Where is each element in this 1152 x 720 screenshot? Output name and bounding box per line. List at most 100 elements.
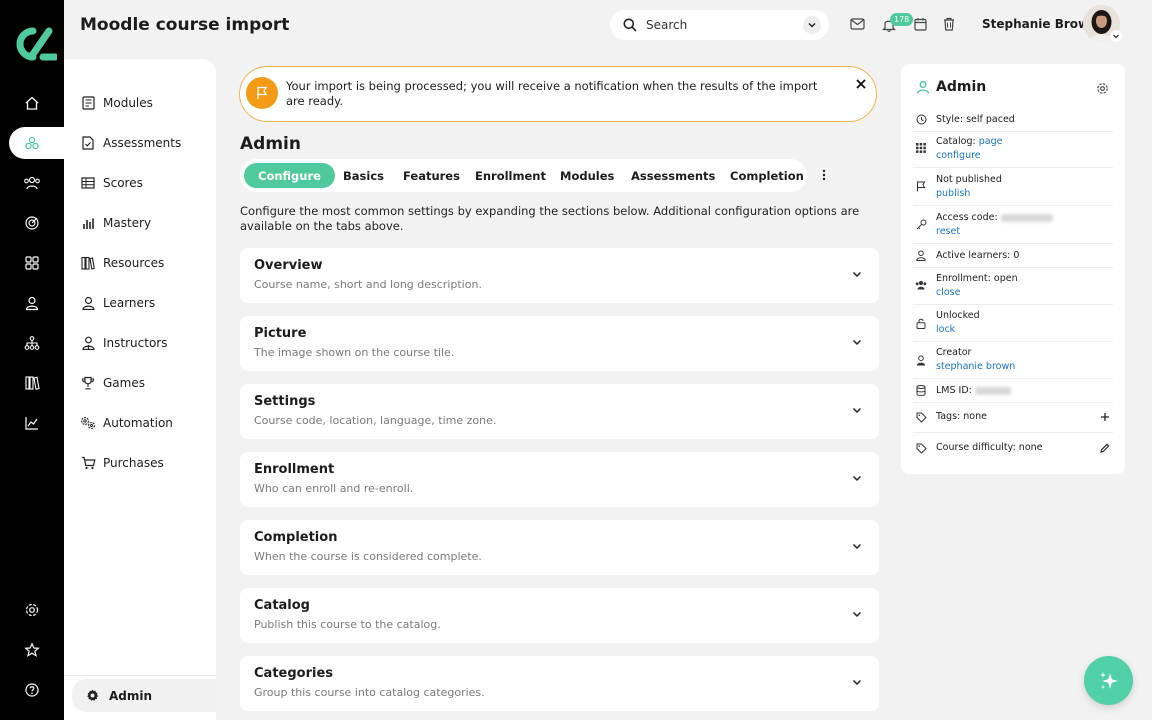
- tab-features[interactable]: Features: [403, 163, 460, 188]
- lock-status: Unlocked: [936, 310, 980, 321]
- catalog-row-text: Catalog: page configure: [936, 135, 1002, 162]
- style-value: Style: self paced: [936, 114, 1015, 125]
- catalog-page-link[interactable]: page: [979, 136, 1003, 147]
- nav-item-modules[interactable]: Modules: [80, 93, 153, 113]
- trash-icon[interactable]: [940, 15, 958, 33]
- settings-icon[interactable]: [16, 594, 48, 626]
- nav-item-mastery[interactable]: Mastery: [80, 213, 151, 233]
- tab-enrollment[interactable]: Enrollment: [475, 163, 546, 188]
- chevron-down-icon[interactable]: [803, 16, 821, 34]
- table-icon: [80, 175, 96, 191]
- ai-assistant-button[interactable]: [1084, 656, 1133, 705]
- user-icon: [80, 295, 96, 311]
- nav-item-resources[interactable]: Resources: [80, 253, 164, 273]
- access-code-label: Access code:: [936, 212, 998, 223]
- nav-item-scores[interactable]: Scores: [80, 173, 143, 193]
- bar-chart-icon: [80, 215, 96, 231]
- panel-row-tags: Tags: none: [913, 403, 1113, 433]
- tab-basics[interactable]: Basics: [343, 163, 384, 188]
- chevron-down-icon[interactable]: [1110, 30, 1122, 42]
- card-title: Categories: [254, 666, 334, 681]
- nav-item-instructors[interactable]: Instructors: [80, 333, 167, 353]
- nav-item-label: Mastery: [103, 216, 152, 230]
- course-nav: Modules Assessments Scores Mastery Resou…: [64, 59, 216, 720]
- chevron-down-icon[interactable]: [851, 608, 863, 620]
- apps-icon[interactable]: [16, 247, 48, 279]
- nav-item-admin[interactable]: Admin: [72, 679, 216, 712]
- enrollment-row-text: Enrollment: open close: [936, 272, 1018, 299]
- people-icon[interactable]: [16, 167, 48, 199]
- section-card-catalog[interactable]: Catalog Publish this course to the catal…: [240, 588, 879, 643]
- nav-item-games[interactable]: Games: [80, 373, 145, 393]
- admin-panel: Admin Style: self paced Catalog: page con…: [901, 64, 1125, 474]
- calendar-icon[interactable]: [911, 15, 929, 33]
- admin-user-icon: [916, 81, 930, 94]
- nav-item-purchases[interactable]: Purchases: [80, 453, 164, 473]
- app-logo[interactable]: [9, 25, 57, 63]
- lock-link[interactable]: lock: [936, 324, 955, 335]
- user-icon[interactable]: [16, 287, 48, 319]
- people-icon: [915, 279, 927, 291]
- more-icon[interactable]: [819, 167, 829, 183]
- nav-item-learners[interactable]: Learners: [80, 293, 155, 313]
- modules-icon[interactable]: [16, 127, 48, 159]
- nav-item-automation[interactable]: Automation: [80, 413, 173, 433]
- hierarchy-icon[interactable]: [16, 327, 48, 359]
- panel-row-lms-id: LMS ID:: [913, 379, 1113, 403]
- tab-modules[interactable]: Modules: [560, 163, 614, 188]
- section-card-completion[interactable]: Completion When the course is considered…: [240, 520, 879, 575]
- nav-item-label: Games: [103, 376, 145, 390]
- close-icon[interactable]: [854, 77, 868, 91]
- card-description: The image shown on the course tile.: [254, 346, 455, 359]
- library-icon[interactable]: [16, 367, 48, 399]
- difficulty-value: Course difficulty: none: [936, 442, 1043, 453]
- target-icon[interactable]: [16, 207, 48, 239]
- chevron-down-icon[interactable]: [851, 336, 863, 348]
- card-description: When the course is considered complete.: [254, 550, 482, 563]
- publish-link[interactable]: publish: [936, 188, 970, 199]
- section-card-enrollment[interactable]: Enrollment Who can enroll and re-enroll.: [240, 452, 879, 507]
- chevron-down-icon[interactable]: [851, 472, 863, 484]
- unlock-icon: [915, 317, 927, 329]
- nav-item-assessments[interactable]: Assessments: [80, 133, 181, 153]
- pencil-icon[interactable]: [1099, 442, 1111, 454]
- panel-row-lock: Unlocked lock: [913, 305, 1113, 342]
- lms-id-row-text: LMS ID:: [936, 384, 1011, 398]
- search-box[interactable]: Search: [610, 10, 829, 40]
- search-input[interactable]: Search: [646, 18, 687, 32]
- panel-row-access-code: Access code: reset: [913, 206, 1113, 244]
- card-description: Publish this course to the catalog.: [254, 618, 441, 631]
- gear-icon[interactable]: [1096, 82, 1109, 95]
- analytics-icon[interactable]: [16, 407, 48, 439]
- star-icon[interactable]: [16, 634, 48, 666]
- section-card-picture[interactable]: Picture The image shown on the course ti…: [240, 316, 879, 371]
- chevron-down-icon[interactable]: [851, 404, 863, 416]
- mail-icon[interactable]: [848, 15, 866, 33]
- tab-assessments[interactable]: Assessments: [631, 163, 715, 188]
- chevron-down-icon[interactable]: [851, 268, 863, 280]
- creator-link[interactable]: stephanie brown: [936, 361, 1015, 372]
- catalog-configure-link[interactable]: configure: [936, 150, 981, 161]
- access-code-redacted: [1000, 213, 1053, 222]
- creator-label: Creator: [936, 347, 972, 358]
- notification-badge: 178: [890, 13, 914, 26]
- access-code-row-text: Access code: reset: [936, 211, 1053, 238]
- user-name[interactable]: Stephanie Brown: [982, 17, 1098, 31]
- card-title: Catalog: [254, 598, 310, 613]
- gear-icon: [87, 689, 99, 701]
- tab-completion[interactable]: Completion: [730, 163, 804, 188]
- chevron-down-icon[interactable]: [851, 540, 863, 552]
- home-icon[interactable]: [16, 87, 48, 119]
- access-code-reset-link[interactable]: reset: [936, 226, 960, 237]
- add-icon[interactable]: [1099, 411, 1111, 423]
- section-card-settings[interactable]: Settings Course code, location, language…: [240, 384, 879, 439]
- tags-value: Tags: none: [936, 411, 987, 422]
- enrollment-close-link[interactable]: close: [936, 287, 960, 298]
- tab-configure[interactable]: Configure: [244, 163, 335, 188]
- instructor-icon: [80, 335, 96, 351]
- section-card-overview[interactable]: Overview Course name, short and long des…: [240, 248, 879, 303]
- help-icon[interactable]: [16, 674, 48, 706]
- section-card-categories[interactable]: Categories Group this course into catalo…: [240, 656, 879, 711]
- chevron-down-icon[interactable]: [851, 676, 863, 688]
- flag-icon: [246, 77, 278, 109]
